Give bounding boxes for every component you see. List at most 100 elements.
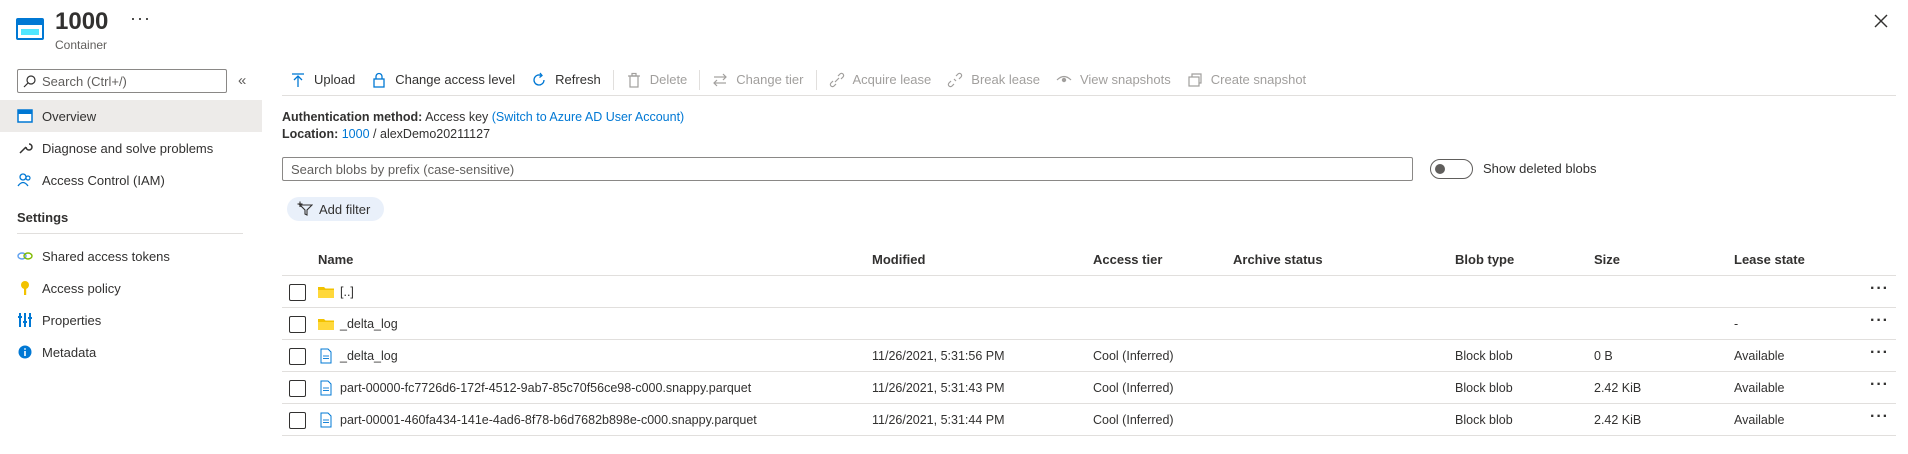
- add-filter-label: Add filter: [319, 201, 371, 217]
- row-checkbox[interactable]: [289, 348, 306, 365]
- container-icon: [16, 18, 44, 40]
- toggle-knob: [1435, 164, 1445, 174]
- sidebar-item-label: Metadata: [42, 344, 97, 360]
- column-size[interactable]: Size: [1594, 252, 1620, 267]
- row-blob-type: Block blob: [1455, 349, 1513, 363]
- table-row[interactable]: _delta_log 11/26/2021, 5:31:56 PM Cool (…: [282, 340, 1896, 372]
- delete-button[interactable]: Delete: [618, 66, 696, 94]
- refresh-icon: [533, 72, 545, 86]
- row-size: 2.42 KiB: [1594, 413, 1642, 427]
- row-name[interactable]: _delta_log: [340, 317, 398, 331]
- row-size: 0 B: [1594, 349, 1613, 363]
- link-icon: [17, 248, 33, 264]
- row-name[interactable]: _delta_log: [340, 349, 398, 363]
- change-access-label: Change access level: [395, 72, 516, 87]
- toolbar-separator: [699, 69, 701, 90]
- overview-icon: [17, 108, 33, 124]
- refresh-button[interactable]: Refresh: [523, 66, 609, 94]
- upload-label: Upload: [314, 72, 356, 87]
- sidebar-item-metadata[interactable]: Metadata: [0, 336, 262, 368]
- show-deleted-toggle[interactable]: [1430, 159, 1473, 179]
- collapse-sidebar-button[interactable]: «: [238, 72, 246, 89]
- row-more-button[interactable]: ···: [1870, 408, 1889, 426]
- change-tier-button[interactable]: Change tier: [704, 66, 811, 94]
- blob-search-input[interactable]: [282, 157, 1413, 181]
- file-icon: [320, 348, 332, 364]
- row-size: 2.42 KiB: [1594, 381, 1642, 395]
- column-archive-status[interactable]: Archive status: [1233, 252, 1323, 267]
- row-checkbox[interactable]: [289, 380, 306, 397]
- sidebar-item-diagnose[interactable]: Diagnose and solve problems: [0, 132, 262, 164]
- sidebar-item-access-policy[interactable]: Access policy: [0, 272, 262, 304]
- toolbar: Upload Change access level Refresh Delet…: [282, 64, 1896, 96]
- row-more-button[interactable]: ···: [1870, 376, 1889, 394]
- link-chain-icon: [829, 72, 844, 87]
- switch-auth-link[interactable]: (Switch to Azure AD User Account): [492, 110, 684, 124]
- row-blob-type: Block blob: [1455, 413, 1513, 427]
- row-name[interactable]: part-00001-460fa434-141e-4ad6-8f78-b6d76…: [340, 413, 757, 427]
- row-access-tier: Cool (Inferred): [1093, 413, 1174, 427]
- table-row[interactable]: [..] ···: [282, 276, 1896, 308]
- show-deleted-label: Show deleted blobs: [1483, 161, 1597, 176]
- row-more-button[interactable]: ···: [1870, 344, 1889, 362]
- column-access-tier[interactable]: Access tier: [1093, 252, 1162, 267]
- refresh-label: Refresh: [555, 72, 601, 87]
- swap-icon: [713, 73, 728, 86]
- table-row[interactable]: part-00001-460fa434-141e-4ad6-8f78-b6d76…: [282, 404, 1896, 436]
- upload-button[interactable]: Upload: [282, 66, 363, 94]
- page-header: 1000 Container ···: [0, 0, 1908, 60]
- info-icon: [17, 344, 33, 360]
- auth-label: Authentication method:: [282, 110, 423, 124]
- section-divider: [17, 233, 243, 234]
- close-icon[interactable]: [1870, 10, 1892, 32]
- row-checkbox[interactable]: [289, 284, 306, 301]
- table-row[interactable]: part-00000-fc7726d6-172f-4512-9ab7-85c70…: [282, 372, 1896, 404]
- toolbar-separator: [815, 69, 817, 90]
- sidebar-item-label: Shared access tokens: [42, 248, 170, 264]
- lock-icon: [373, 72, 385, 88]
- row-checkbox[interactable]: [289, 412, 306, 429]
- column-lease-state[interactable]: Lease state: [1734, 252, 1805, 267]
- add-filter-button[interactable]: Add filter: [287, 197, 385, 221]
- row-checkbox[interactable]: [289, 316, 306, 333]
- create-snapshot-button[interactable]: Create snapshot: [1179, 66, 1314, 94]
- location-label: Location:: [282, 127, 339, 141]
- trash-icon: [627, 72, 640, 88]
- column-modified[interactable]: Modified: [872, 252, 925, 267]
- row-modified: 11/26/2021, 5:31:44 PM: [872, 413, 1005, 427]
- sidebar-item-label: Properties: [42, 312, 102, 328]
- change-access-level-button[interactable]: Change access level: [363, 66, 523, 94]
- row-lease-state: Available: [1734, 349, 1785, 363]
- upload-icon: [292, 72, 304, 87]
- page-title: 1000: [55, 8, 109, 35]
- column-name[interactable]: Name: [318, 252, 353, 267]
- table-header: Name Modified Access tier Archive status…: [282, 244, 1896, 276]
- people-icon: [17, 172, 33, 188]
- acquire-lease-label: Acquire lease: [852, 72, 932, 87]
- key-icon: [17, 280, 33, 296]
- sidebar-item-label: Access policy: [42, 280, 121, 296]
- sidebar-item-overview[interactable]: Overview: [0, 100, 262, 132]
- break-lease-button[interactable]: Break lease: [939, 66, 1048, 94]
- sidebar-search-input[interactable]: [42, 73, 222, 89]
- acquire-lease-button[interactable]: Acquire lease: [821, 66, 940, 94]
- row-access-tier: Cool (Inferred): [1093, 349, 1174, 363]
- sidebar-search[interactable]: [17, 69, 227, 93]
- view-snapshots-button[interactable]: View snapshots: [1048, 66, 1179, 94]
- row-lease-state: Available: [1734, 413, 1785, 427]
- sidebar-item-properties[interactable]: Properties: [0, 304, 262, 336]
- location-separator: /: [373, 127, 377, 141]
- auth-value: Access key: [425, 110, 489, 124]
- row-name[interactable]: part-00000-fc7726d6-172f-4512-9ab7-85c70…: [340, 381, 751, 395]
- sidebar-item-iam[interactable]: Access Control (IAM): [0, 164, 262, 196]
- row-name[interactable]: [..]: [340, 285, 354, 299]
- row-blob-type: Block blob: [1455, 381, 1513, 395]
- table-row[interactable]: _delta_log - ···: [282, 308, 1896, 340]
- row-more-button[interactable]: ···: [1870, 312, 1889, 330]
- sidebar-item-shared-access-tokens[interactable]: Shared access tokens: [0, 240, 262, 272]
- column-blob-type[interactable]: Blob type: [1455, 252, 1514, 267]
- location-container-link[interactable]: 1000: [342, 127, 370, 141]
- row-more-button[interactable]: ···: [1870, 280, 1889, 298]
- more-options-button[interactable]: ···: [130, 8, 151, 29]
- row-lease-state: -: [1734, 317, 1739, 331]
